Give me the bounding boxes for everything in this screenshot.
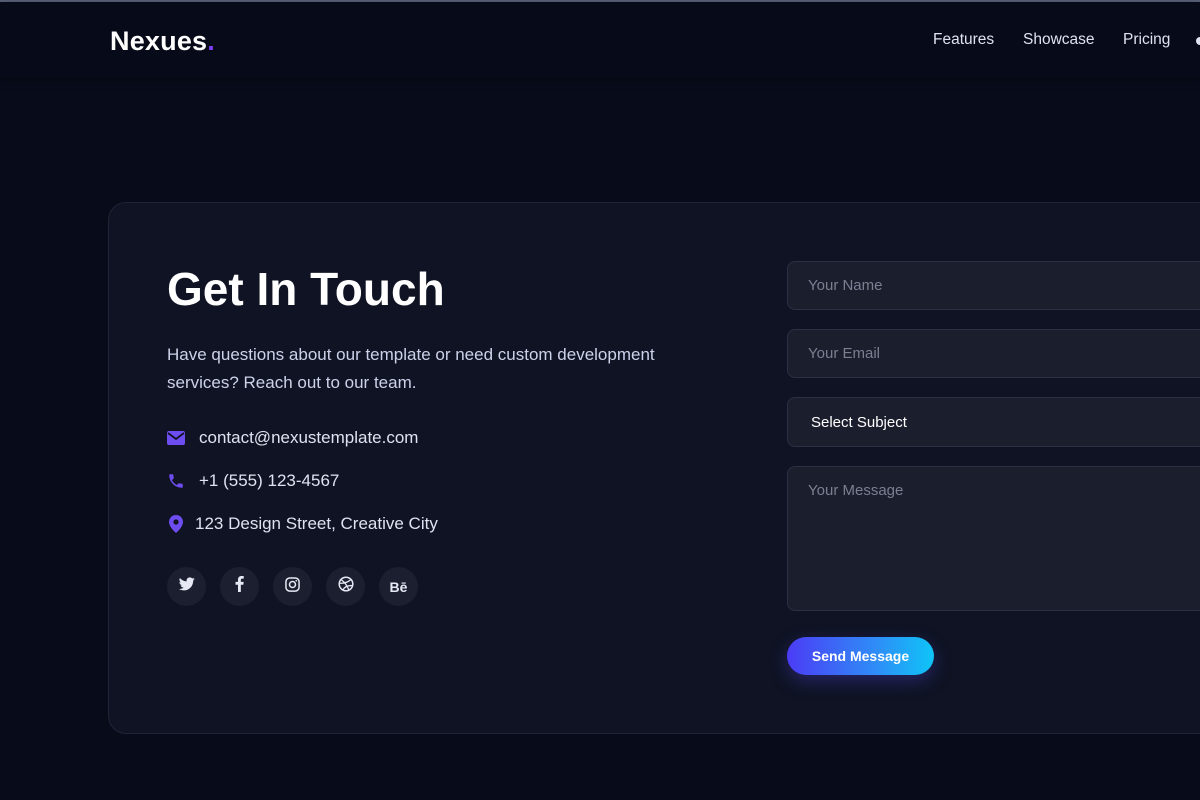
nav-link-partial[interactable]	[1196, 37, 1200, 45]
contact-email[interactable]: contact@nexustemplate.com	[199, 428, 418, 448]
behance-icon: Bē	[389, 578, 408, 595]
social-behance[interactable]: Bē	[379, 567, 418, 606]
navbar: Nexues. Features Showcase Pricing	[0, 2, 1200, 78]
phone-icon	[167, 472, 185, 490]
nav-link-pricing[interactable]: Pricing	[1123, 31, 1170, 49]
contact-phone[interactable]: +1 (555) 123-4567	[199, 471, 339, 491]
social-dribbble[interactable]	[326, 567, 365, 606]
dribbble-icon	[337, 576, 354, 597]
social-twitter[interactable]	[167, 567, 206, 606]
name-field[interactable]	[787, 261, 1200, 310]
nav-link-showcase[interactable]: Showcase	[1023, 31, 1095, 49]
envelope-icon	[167, 429, 185, 447]
instagram-icon	[285, 576, 300, 597]
twitter-icon	[178, 577, 195, 596]
subject-select-value: Select Subject	[811, 413, 907, 431]
logo[interactable]: Nexues.	[110, 26, 215, 57]
nav-link-features[interactable]: Features	[933, 31, 994, 49]
contact-address-row: 123 Design Street, Creative City	[167, 512, 438, 536]
email-field[interactable]	[787, 329, 1200, 378]
subject-select[interactable]: Select Subject	[787, 397, 1200, 447]
social-instagram[interactable]	[273, 567, 312, 606]
send-message-button[interactable]: Send Message	[787, 637, 934, 675]
page-title: Get In Touch	[167, 263, 445, 315]
logo-text: Nexues	[110, 26, 208, 56]
contact-description: Have questions about our template or nee…	[167, 345, 655, 392]
facebook-icon	[235, 576, 244, 597]
contact-address: 123 Design Street, Creative City	[195, 514, 438, 533]
contact-phone-row: +1 (555) 123-4567	[167, 469, 339, 493]
message-field[interactable]	[787, 466, 1200, 611]
logo-dot: .	[207, 26, 215, 56]
contact-email-row: contact@nexustemplate.com	[167, 426, 418, 450]
map-pin-icon	[167, 515, 185, 533]
social-facebook[interactable]	[220, 567, 259, 606]
